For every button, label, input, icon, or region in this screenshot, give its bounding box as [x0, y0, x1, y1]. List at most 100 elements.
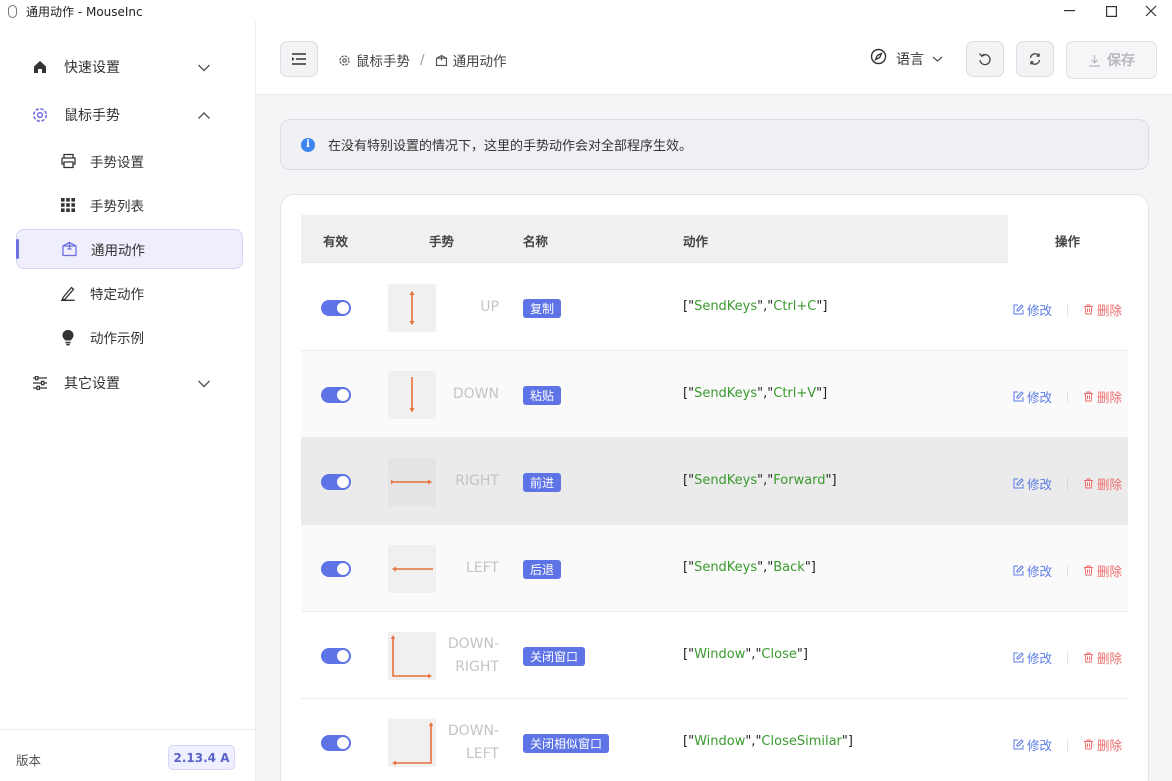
refresh-button[interactable]: [1016, 41, 1054, 77]
table-row: UP 复制 ["SendKeys","Ctrl+C"] 修改 删除: [301, 264, 1128, 351]
sidebar-item-gesture-settings[interactable]: 手势设置: [16, 141, 243, 181]
sidebar-item-label: 手势设置: [90, 155, 144, 171]
home-icon: [30, 57, 50, 77]
grid-icon: [58, 195, 78, 215]
chevron-up-icon: [197, 109, 211, 125]
gesture-name: DOWN-: [447, 723, 499, 739]
header-action: 动作: [683, 234, 709, 249]
sidebar-item-common-actions[interactable]: 通用动作: [16, 229, 243, 269]
gesture-preview-down-right: [388, 632, 436, 680]
undo-button[interactable]: [966, 41, 1004, 77]
action-code: ["SendKeys","Forward"]: [683, 473, 837, 488]
header-name: 名称: [523, 234, 549, 249]
edit-button[interactable]: 修改: [1013, 561, 1052, 580]
edit-button[interactable]: 修改: [1013, 735, 1052, 754]
minimize-button[interactable]: [1046, 0, 1092, 22]
action-name-tag: 关闭相似窗口: [523, 734, 610, 753]
sliders-icon: [30, 373, 50, 393]
sidebar-footer: 版本 2.13.4 A: [0, 729, 255, 781]
bulb-icon: [58, 327, 78, 347]
row-operations: 修改 删除: [1013, 474, 1122, 493]
gesture-preview-right: [388, 458, 436, 506]
minimize-icon: [1063, 10, 1075, 12]
enabled-toggle[interactable]: [321, 300, 351, 316]
delete-button[interactable]: 删除: [1083, 735, 1122, 754]
delete-button[interactable]: 删除: [1083, 561, 1122, 580]
table-row: LEFT 后退 ["SendKeys","Back"] 修改 删除: [301, 525, 1128, 612]
action-name-tag: 前进: [523, 473, 562, 492]
breadcrumb-item-mouse-gesture[interactable]: 鼠标手势: [356, 50, 410, 70]
gear-icon: [338, 54, 351, 67]
compass-icon: [870, 48, 887, 69]
edit-button[interactable]: 修改: [1013, 474, 1052, 493]
chevron-down-icon: [197, 377, 211, 393]
sidebar-item-action-examples[interactable]: 动作示例: [16, 317, 243, 357]
action-code: ["SendKeys","Ctrl+C"]: [683, 299, 828, 314]
gesture-name: DOWN-: [447, 636, 499, 652]
table-row: DOWN- RIGHT 关闭窗口 ["Window","Close"] 修改 删…: [301, 612, 1128, 699]
enabled-toggle[interactable]: [321, 387, 351, 403]
gesture-preview-left: [388, 545, 436, 593]
download-icon: [1089, 54, 1100, 67]
row-operations: 修改 删除: [1013, 648, 1122, 667]
box-icon: [59, 239, 79, 259]
breadcrumb-separator: /: [420, 52, 425, 68]
window-title: 通用动作 - MouseInc: [26, 4, 143, 19]
enabled-toggle[interactable]: [321, 561, 351, 577]
trash-icon: [1084, 739, 1094, 750]
enabled-toggle[interactable]: [321, 474, 351, 490]
delete-button[interactable]: 删除: [1083, 474, 1122, 493]
edit-button[interactable]: 修改: [1013, 300, 1052, 319]
version-label: 版本: [16, 753, 42, 768]
title-bar: 通用动作 - MouseInc: [0, 0, 1172, 22]
sidebar-item-specific-actions[interactable]: 特定动作: [16, 273, 243, 313]
version-badge: 2.13.4 A: [168, 745, 235, 770]
box-icon: [435, 54, 448, 67]
info-icon: i: [301, 137, 315, 152]
chevron-down-icon: [197, 61, 211, 77]
close-window-button[interactable]: [1128, 0, 1172, 22]
save-label: 保存: [1107, 53, 1135, 69]
sidebar-item-gesture-list[interactable]: 手势列表: [16, 185, 243, 225]
maximize-icon: [1105, 5, 1117, 17]
info-banner-text: 在没有特别设置的情况下，这里的手势动作会对全部程序生效。: [328, 139, 693, 154]
close-icon: [1145, 5, 1157, 17]
table-row: RIGHT 前进 ["SendKeys","Forward"] 修改 删除: [301, 438, 1128, 525]
table-row: DOWN 粘贴 ["SendKeys","Ctrl+V"] 修改 删除: [301, 351, 1128, 438]
menu-icon: [292, 53, 306, 65]
trash-icon: [1084, 391, 1094, 402]
gesture-name: DOWN: [452, 386, 499, 402]
header-ops: 操作: [1055, 234, 1081, 249]
edit-button[interactable]: 修改: [1013, 387, 1052, 406]
sidebar-item-other-settings[interactable]: 其它设置: [16, 363, 243, 403]
delete-button[interactable]: 删除: [1083, 300, 1122, 319]
action-name-tag: 关闭窗口: [523, 647, 586, 666]
gesture-name: LEFT: [465, 746, 499, 762]
delete-button[interactable]: 删除: [1083, 387, 1122, 406]
edit-button[interactable]: 修改: [1013, 648, 1052, 667]
action-name-tag: 后退: [523, 560, 562, 579]
gesture-name: RIGHT: [455, 659, 499, 675]
gesture-name: UP: [480, 299, 499, 315]
action-code: ["SendKeys","Ctrl+V"]: [683, 386, 828, 401]
gesture-table-card: 有效 手势 名称 动作 操作 UP 复制 ["SendKeys","Ctrl+C…: [280, 194, 1149, 781]
language-selector[interactable]: 语言: [870, 48, 943, 69]
sidebar: 快速设置 鼠标手势 手势设置 手势列表 通用动作 特定动作 动作示例 其它设置 …: [0, 22, 256, 781]
sidebar-item-quick-settings[interactable]: 快速设置: [16, 47, 243, 87]
delete-button[interactable]: 删除: [1083, 648, 1122, 667]
sidebar-item-label: 快速设置: [64, 60, 120, 76]
sidebar-item-label: 其它设置: [64, 376, 120, 392]
sidebar-item-label: 通用动作: [91, 243, 145, 259]
edit-icon: [1013, 739, 1024, 750]
sidebar-item-mouse-gesture[interactable]: 鼠标手势: [16, 95, 243, 135]
action-code: ["Window","CloseSimilar"]: [683, 734, 853, 749]
sidebar-item-label: 特定动作: [90, 287, 144, 303]
enabled-toggle[interactable]: [321, 735, 351, 751]
action-name-tag: 粘贴: [523, 386, 562, 405]
save-button[interactable]: 保存: [1066, 41, 1157, 79]
edit-icon: [1013, 304, 1024, 315]
action-code: ["SendKeys","Back"]: [683, 560, 816, 575]
enabled-toggle[interactable]: [321, 648, 351, 664]
undo-icon: [978, 53, 991, 66]
menu-toggle-button[interactable]: [280, 41, 318, 77]
